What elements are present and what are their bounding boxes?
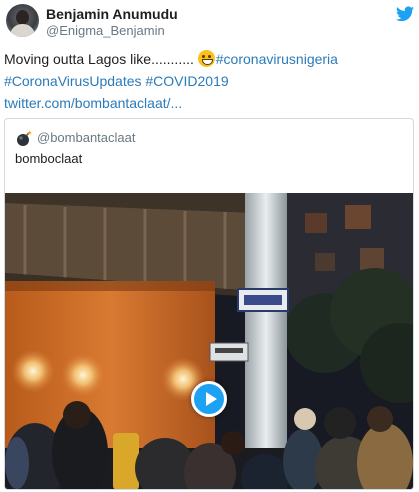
quoted-text: bomboclaat — [15, 151, 83, 166]
quoted-handle[interactable]: @bombantaclaat — [37, 130, 135, 145]
hashtag-coronavirusupdates[interactable]: #CoronaVirusUpdates — [4, 73, 142, 89]
bomb-icon — [17, 130, 32, 146]
tweet-link[interactable]: twitter.com/bombantaclaat/... — [4, 95, 182, 111]
avatar-body — [10, 24, 35, 37]
play-button[interactable] — [191, 381, 227, 417]
grinning-face-emoji — [197, 50, 215, 67]
avatar-face — [16, 10, 29, 25]
quoted-tweet[interactable]: @bombantaclaat bomboclaat — [4, 118, 414, 490]
tweet-line-2: #CoronaVirusUpdates #COVID2019 — [4, 70, 414, 92]
tweet-line-3: twitter.com/bombantaclaat/... — [4, 92, 414, 114]
video-thumbnail[interactable] — [5, 193, 413, 489]
tweet-text-plain: Moving outta Lagos like........... — [4, 51, 194, 67]
hashtag-covid2019[interactable]: #COVID2019 — [145, 73, 228, 89]
video-frame — [5, 193, 413, 489]
twitter-bird-icon[interactable] — [396, 6, 414, 22]
author-handle[interactable]: @Enigma_Benjamin — [46, 23, 165, 38]
avatar[interactable] — [6, 4, 39, 37]
hashtag-coronavirusnigeria[interactable]: #coronavirusnigeria — [216, 51, 338, 67]
tweet-text: Moving outta Lagos like........... #coro… — [4, 48, 414, 114]
author-name[interactable]: Benjamin Anumudu — [46, 6, 178, 22]
tweet-line-1: Moving outta Lagos like........... #coro… — [4, 48, 414, 70]
